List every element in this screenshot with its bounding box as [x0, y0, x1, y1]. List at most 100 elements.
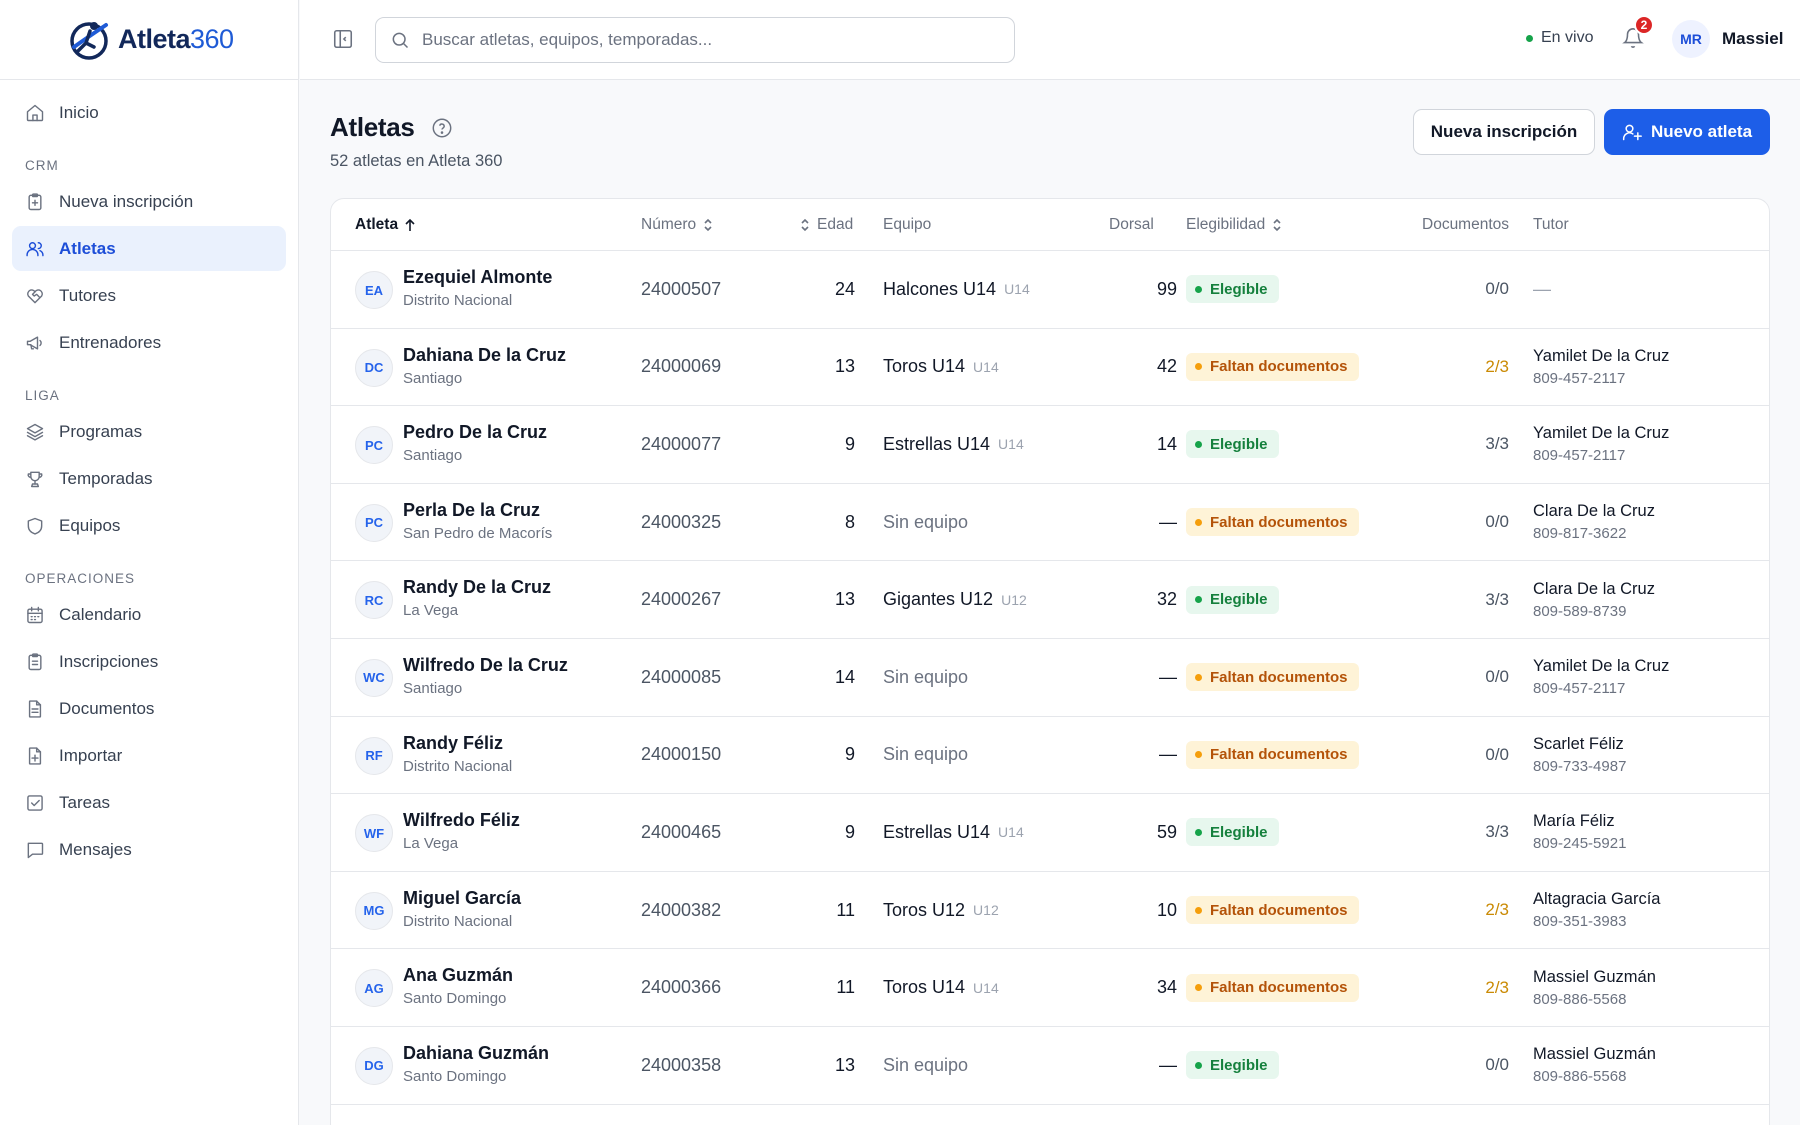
notifications-badge: 2 — [1634, 15, 1654, 35]
sidebar-item-label: Tareas — [59, 792, 111, 812]
search-input[interactable] — [422, 30, 982, 50]
athlete-number: 24000465 — [641, 821, 722, 842]
team-name: Gigantes U12 — [883, 589, 994, 610]
new-registration-button[interactable]: Nueva inscripción — [1413, 109, 1595, 155]
athlete-city: La Vega — [403, 602, 459, 620]
search-bar[interactable] — [375, 17, 1015, 63]
table-row[interactable]: EA Ezequiel Almonte Distrito Nacional 24… — [331, 251, 1769, 329]
documents-count: 0/0 — [1485, 667, 1509, 687]
table-row[interactable]: WF Wilfredo Féliz La Vega 24000465 9 Est… — [331, 794, 1769, 872]
athlete-team: Estrellas U14 U14 — [883, 794, 1024, 871]
athlete-name[interactable]: Wilfredo Féliz — [403, 810, 520, 831]
athlete-name[interactable]: Ana Guzmán — [403, 965, 513, 986]
sidebar-item-documentos[interactable]: Documentos — [12, 686, 286, 731]
column-elegibilidad[interactable]: Elegibilidad — [1186, 199, 1283, 251]
help-button[interactable] — [431, 117, 453, 139]
table-row[interactable]: MG Miguel García Distrito Nacional 24000… — [331, 872, 1769, 950]
brand-logo[interactable]: Atleta360 — [66, 17, 234, 63]
tutor-name: Yamilet De la Cruz — [1533, 346, 1670, 365]
avatar: AG — [355, 969, 393, 1008]
sidebar-item-inicio[interactable]: Inicio — [12, 90, 286, 135]
athlete-age: 11 — [836, 899, 855, 920]
new-athlete-button[interactable]: Nuevo atleta — [1604, 109, 1770, 155]
file-icon — [28, 699, 42, 718]
status-label: Faltan documentos — [1210, 746, 1348, 764]
tutor-phone: 809-733-4987 — [1533, 757, 1627, 775]
table-row[interactable]: PC Pedro De la Cruz Santiago 24000077 9 … — [331, 406, 1769, 484]
table-row[interactable]: AG Ana Guzmán Santo Domingo 24000366 11 … — [331, 949, 1769, 1027]
sidebar-item-nueva-inscripcion[interactable]: Nueva inscripción — [12, 179, 286, 224]
athlete-name[interactable]: Wilfredo De la Cruz — [403, 655, 568, 676]
table-row[interactable]: WC Wilfredo De la Cruz Santiago 24000085… — [331, 639, 1769, 717]
athlete-age: 9 — [844, 744, 855, 765]
column-documentos: Documentos — [1422, 199, 1509, 251]
sidebar-item-label: Documentos — [59, 698, 155, 718]
column-atleta[interactable]: Atleta — [355, 199, 416, 251]
sidebar-item-calendario[interactable]: Calendario — [12, 592, 286, 637]
sidebar-item-entrenadores[interactable]: Entrenadores — [12, 320, 286, 365]
sidebar-item-inscripciones[interactable]: Inscripciones — [12, 639, 286, 684]
athlete-team: Toros U14 U14 — [883, 949, 999, 1026]
athlete-name[interactable]: Ezequiel Almonte — [403, 267, 552, 288]
tutor-cell: Massiel Guzmán 809-886-5568 — [1533, 949, 1656, 1026]
sidebar-item-importar[interactable]: Importar — [12, 733, 286, 778]
table-row[interactable]: RF Randy Féliz Distrito Nacional 2400015… — [331, 717, 1769, 795]
athlete-name[interactable]: Miguel García — [403, 888, 521, 909]
sidebar-nav: Inicio CRM Nueva inscripción Atletas Tut… — [0, 80, 298, 884]
sidebar-item-programas[interactable]: Programas — [12, 409, 286, 454]
athlete-number: 24000325 — [641, 511, 722, 532]
column-numero[interactable]: Número — [641, 199, 714, 251]
column-atleta-label: Atleta — [355, 216, 399, 233]
athlete-number: 24000382 — [641, 899, 722, 920]
sidebar-item-label: Inicio — [59, 102, 99, 122]
column-dorsal-label: Dorsal — [1109, 216, 1154, 233]
athlete-age: 24 — [834, 278, 855, 299]
status-badge: Faltan documentos — [1186, 973, 1359, 1002]
athlete-age: 13 — [834, 589, 855, 610]
athlete-number: 24000069 — [641, 356, 722, 377]
tutor-phone: 809-817-3622 — [1533, 525, 1627, 543]
sidebar-item-label: Temporadas — [59, 468, 153, 488]
sidebar-item-tutores[interactable]: Tutores — [12, 273, 286, 318]
table-row[interactable]: PC Perla De la Cruz San Pedro de Macorís… — [331, 484, 1769, 562]
eligibility-cell: Faltan documentos — [1186, 872, 1359, 949]
sidebar-item-atletas[interactable]: Atletas — [12, 226, 286, 271]
sidebar-item-temporadas[interactable]: Temporadas — [12, 456, 286, 501]
user-plus-icon — [1622, 124, 1642, 141]
sidebar-item-label: Equipos — [59, 515, 121, 535]
user-name: Massiel — [1722, 29, 1784, 48]
sidebar-item-label: Importar — [59, 745, 123, 765]
eligibility-cell: Faltan documentos — [1186, 329, 1359, 406]
athlete-number: 24000366 — [641, 977, 722, 998]
athlete-name[interactable]: Randy De la Cruz — [403, 577, 551, 598]
table-row[interactable]: DG Dahiana Guzmán Santo Domingo 24000358… — [331, 1027, 1769, 1105]
athlete-number: 24000358 — [641, 1054, 722, 1075]
column-edad[interactable]: Edad — [799, 199, 853, 251]
user-menu[interactable]: MR Massiel — [1672, 20, 1783, 58]
team-category: U14 — [998, 824, 1024, 841]
sidebar-item-equipos[interactable]: Equipos — [12, 503, 286, 548]
athlete-age: 9 — [844, 433, 855, 454]
sidebar-toggle-button[interactable] — [332, 28, 354, 50]
status-dot-icon — [1195, 440, 1202, 448]
athlete-city: Santiago — [403, 679, 463, 697]
athlete-name[interactable]: Dahiana Guzmán — [403, 1043, 549, 1064]
athlete-name[interactable]: Pedro De la Cruz — [403, 422, 547, 443]
notifications-button[interactable]: 2 — [1622, 15, 1654, 51]
table-row[interactable]: RC Randy De la Cruz La Vega 24000267 13 … — [331, 561, 1769, 639]
athlete-info: Ezequiel Almonte Distrito Nacional — [403, 267, 552, 309]
column-edad-label: Edad — [817, 216, 854, 233]
tutor-name: Yamilet De la Cruz — [1533, 657, 1670, 676]
table-row[interactable]: DC Dahiana De la Cruz Santiago 24000069 … — [331, 329, 1769, 407]
athlete-name[interactable]: Randy Féliz — [403, 733, 512, 754]
tutor-cell: Altagracia García 809-351-3983 — [1533, 872, 1660, 949]
sidebar-item-mensajes[interactable]: Mensajes — [12, 827, 286, 872]
status-dot-icon — [1195, 518, 1202, 526]
status-dot-icon — [1195, 906, 1202, 914]
athlete-team: Estrellas U14 U14 — [883, 406, 1024, 483]
status-label: Elegible — [1210, 280, 1268, 298]
documents-count: 2/3 — [1485, 356, 1509, 376]
athlete-name[interactable]: Dahiana De la Cruz — [403, 345, 566, 366]
athlete-name[interactable]: Perla De la Cruz — [403, 500, 552, 521]
sidebar-item-tareas[interactable]: Tareas — [12, 780, 286, 825]
